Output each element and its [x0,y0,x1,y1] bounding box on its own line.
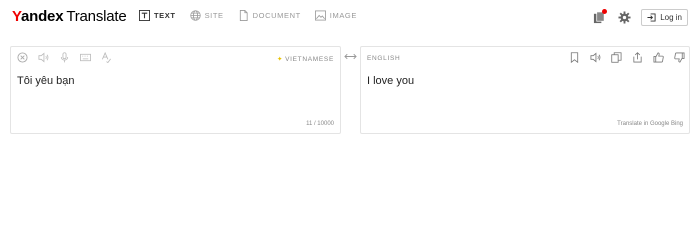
tab-site-label: SITE [204,11,224,20]
source-language-selector[interactable]: ✦ VIETNAMESE [277,55,334,63]
detected-star-icon: ✦ [276,56,284,63]
tab-image[interactable]: IMAGE [314,10,357,21]
copy-icon [611,52,622,63]
mode-tabs: TEXT SITE DOCUMENT IMAGE [139,10,371,21]
header: Yandex Translate TEXT SITE DOCUMENT IMAGE [0,0,700,36]
target-toolbar: ENGLISH [361,47,689,69]
source-language-label: VIETNAMESE [285,56,334,63]
header-actions: Log in [591,8,688,26]
keyboard-button[interactable] [80,52,91,63]
clear-button[interactable] [17,52,28,63]
collections-button[interactable] [591,8,608,26]
notification-dot [602,8,608,14]
bookmark-icon [570,52,579,63]
voice-input-button[interactable] [59,52,70,63]
source-text-input[interactable]: Tôi yêu bạn [17,75,74,87]
tab-document-label: DOCUMENT [252,11,301,20]
target-panel: ENGLISH I love you Translate in Google B… [360,46,690,134]
thumbs-down-button[interactable] [674,52,685,63]
image-icon [314,10,326,21]
clear-icon [17,52,28,63]
globe-icon [189,10,201,21]
tab-text-label: TEXT [154,11,176,20]
logo[interactable]: Yandex Translate [12,8,127,25]
share-button[interactable] [632,52,643,63]
spellcheck-button[interactable] [101,52,112,63]
source-tools [17,52,122,63]
copy-button[interactable] [611,52,622,63]
login-icon [647,13,656,22]
bookmark-button[interactable] [569,52,580,63]
share-icon [633,52,642,63]
logo-brand: andex [20,8,64,25]
tab-image-label: IMAGE [329,11,357,20]
listen-source-button[interactable] [38,52,49,63]
source-toolbar: ✦ VIETNAMESE [11,47,340,69]
document-icon [239,10,248,21]
logo-letter: Y [12,8,21,25]
target-language-selector[interactable]: ENGLISH [367,55,400,62]
thumbs-down-icon [674,52,685,63]
microphone-icon [60,52,69,63]
settings-button[interactable] [616,10,632,26]
tab-site[interactable]: SITE [189,10,224,21]
char-counter: 11 / 10000 [306,121,334,127]
translation-output: I love you [367,75,415,87]
swap-languages-button[interactable] [344,51,357,62]
speaker-icon [38,52,49,63]
speaker-icon [590,52,601,63]
tab-document[interactable]: DOCUMENT [238,10,301,21]
target-tools [559,52,685,63]
tab-text[interactable]: TEXT [139,10,176,21]
login-button[interactable]: Log in [641,9,688,26]
swap-arrows-icon [344,53,357,60]
source-panel: ✦ VIETNAMESE Tôi yêu bạn 11 / 10000 [10,46,341,134]
listen-target-button[interactable] [590,52,601,63]
logo-product: Translate [66,8,127,25]
gear-icon [618,11,631,24]
thumbs-up-button[interactable] [653,52,664,63]
spellcheck-icon [101,52,111,63]
target-language-label: ENGLISH [367,55,401,62]
thumbs-up-icon [653,52,664,63]
login-label: Log in [660,13,682,22]
alt-translators[interactable]: Translate in Google Bing [617,121,683,127]
keyboard-icon [80,53,91,62]
text-mode-icon [139,10,150,21]
